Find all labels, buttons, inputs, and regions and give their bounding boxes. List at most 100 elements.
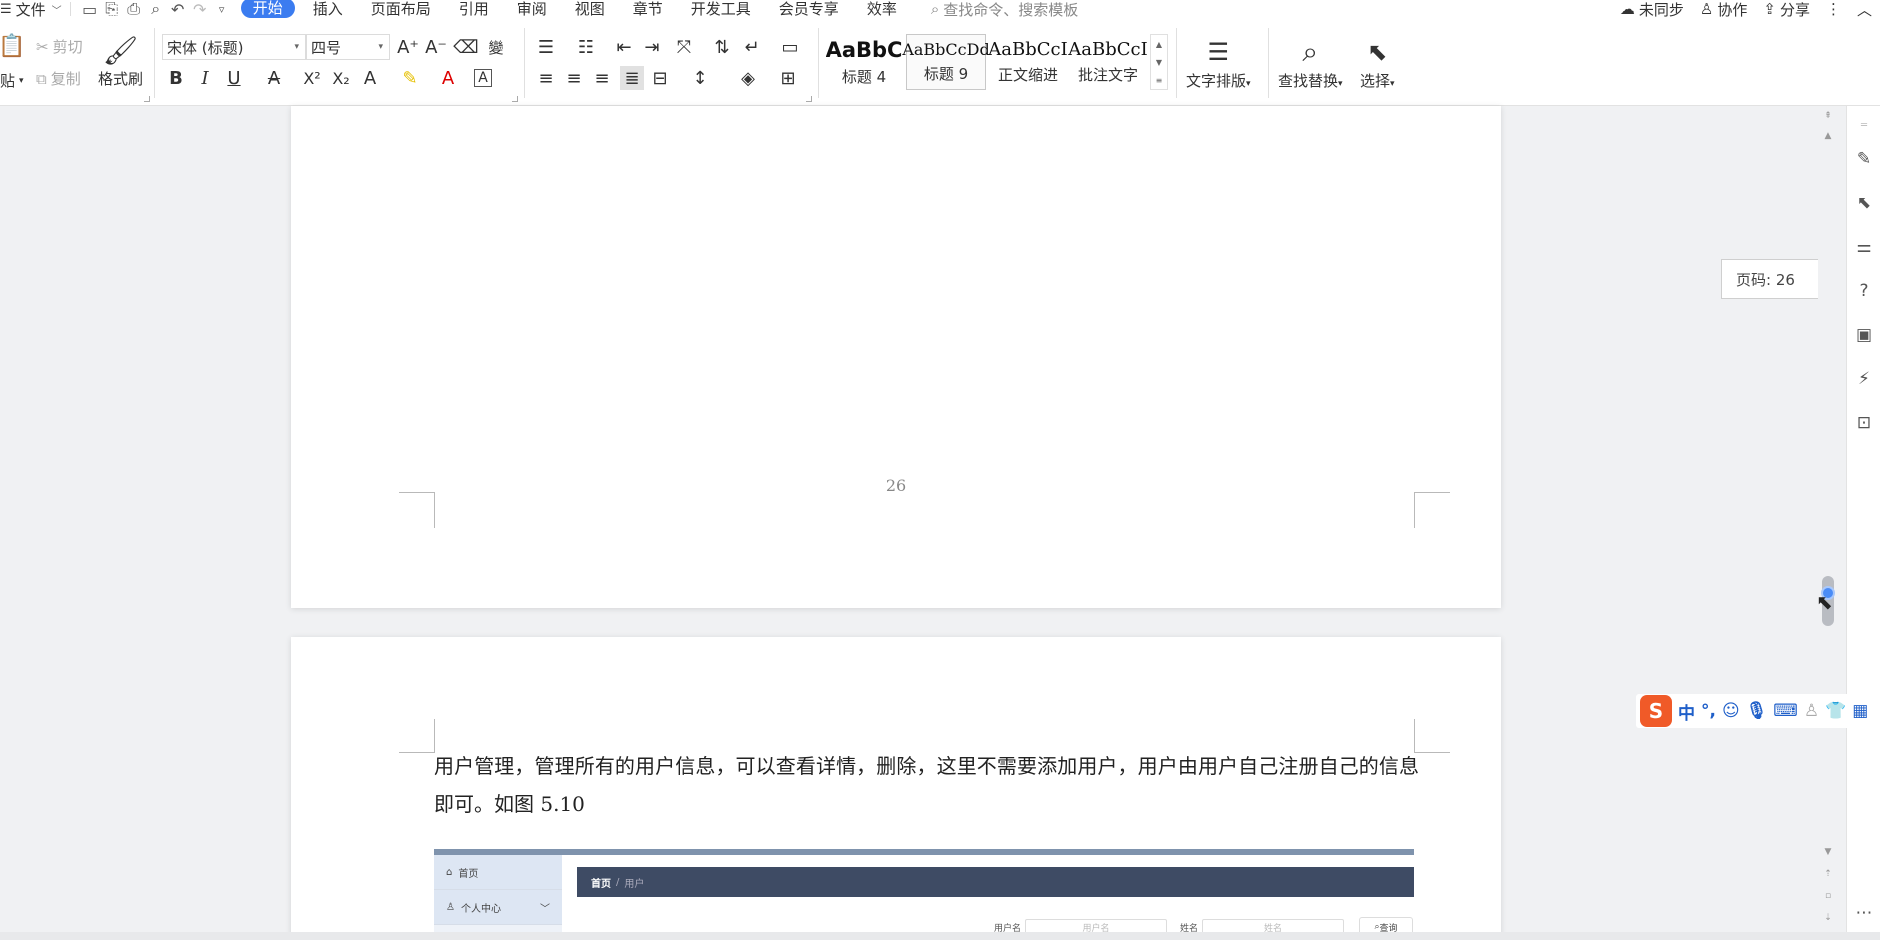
select-button[interactable]: ⬉ 选择▾ [1360, 34, 1395, 91]
scroll-to-top-icon[interactable]: ⇞ [1822, 110, 1834, 122]
document-page[interactable]: 用户管理，管理所有的用户信息，可以查看详情，删除，这里不需要添加用户，用户由用户… [291, 637, 1501, 940]
body-paragraph[interactable]: 用户管理，管理所有的用户信息，可以查看详情，删除，这里不需要添加用户，用户由用户… [434, 747, 1419, 823]
bullet-list-icon[interactable]: ☰ [534, 35, 558, 59]
chevron-down-icon[interactable]: ▼ [1156, 58, 1162, 67]
tab-view[interactable]: 视图 [561, 0, 619, 18]
tab-chapter[interactable]: 章节 [619, 0, 677, 18]
align-left-icon[interactable]: ≡ [534, 66, 558, 90]
style-heading-9[interactable]: AaBbCcDd 标题 9 [902, 34, 990, 90]
highlight-icon[interactable]: ✎ [398, 66, 422, 90]
phonetic-guide-icon[interactable]: 變 [484, 35, 508, 59]
customize-quick-access-icon[interactable]: ▿ [211, 0, 233, 18]
increase-font-icon[interactable]: A⁺ [396, 35, 420, 59]
pen-icon[interactable]: ✎ [1853, 148, 1875, 170]
save-icon[interactable]: ▭ [79, 0, 101, 19]
show-marks-icon[interactable]: ↵ [740, 35, 764, 59]
line-spacing-icon[interactable]: ↕ [688, 66, 712, 90]
previous-page-icon[interactable]: ⇡ [1822, 868, 1834, 880]
superscript-icon[interactable]: X² [300, 66, 324, 90]
font-dialog-launcher[interactable] [512, 96, 518, 102]
text-effect-icon[interactable]: A [358, 66, 382, 90]
ime-toolbar[interactable]: S 中 °, ☺ 🎙 ⌨ ♙ 👕 ▦ [1636, 694, 1873, 728]
file-menu[interactable]: ☰ 文件 ﹀ [0, 0, 62, 19]
microphone-icon[interactable]: 🎙 [1746, 701, 1768, 721]
style-comment-text[interactable]: AaBbCcI 批注文字 [1068, 34, 1148, 90]
decrease-font-icon[interactable]: A⁻ [424, 35, 448, 59]
select-browse-object-icon[interactable]: ▫ [1822, 890, 1834, 902]
text-layout-button[interactable]: ☰ 文字排版▾ [1186, 34, 1251, 91]
tab-references[interactable]: 引用 [445, 0, 503, 18]
copy-button[interactable]: ⧉ 复制 [36, 68, 81, 89]
tab-efficiency[interactable]: 效率 [853, 0, 911, 18]
print-preview-icon[interactable]: ⌕ [145, 0, 167, 18]
command-search[interactable]: ⌕ 查找命令、搜索模板 [931, 0, 1078, 20]
strikethrough-icon[interactable]: A [262, 66, 286, 90]
tab-insert[interactable]: 插入 [299, 0, 357, 18]
cut-button[interactable]: ✂ 剪切 [36, 36, 83, 57]
font-color-icon[interactable]: A [436, 66, 460, 90]
font-size-select[interactable]: 四号 ▾ [306, 34, 390, 60]
paragraph-dialog-launcher[interactable] [806, 96, 812, 102]
share-button[interactable]: ⇪ 分享 [1763, 0, 1810, 20]
align-center-icon[interactable]: ≡ [562, 66, 586, 90]
help-icon[interactable]: ? [1853, 280, 1875, 302]
character-border-icon[interactable]: A [474, 69, 492, 87]
skin-icon[interactable]: 👕 [1825, 701, 1846, 721]
increase-indent-icon[interactable]: ⇥ [640, 35, 664, 59]
undo-icon[interactable]: ↶ [167, 0, 189, 19]
collaborate-button[interactable]: ♙ 协作 [1700, 0, 1747, 20]
decrease-indent-icon[interactable]: ⇤ [612, 35, 636, 59]
chevron-up-icon[interactable]: ▲ [1156, 40, 1162, 49]
shading-icon[interactable]: ◈ [736, 66, 760, 90]
punctuation-icon[interactable]: °, [1701, 701, 1716, 721]
paste-icon[interactable]: 📋 [0, 34, 26, 59]
tab-home[interactable]: 开始 [240, 0, 295, 18]
export-pdf-icon[interactable]: ⎘ [101, 0, 123, 18]
toolbox-icon[interactable]: ▦ [1852, 701, 1868, 721]
sliders-icon[interactable]: ⚌ [1853, 236, 1875, 258]
borders-icon[interactable]: ⊞ [776, 66, 800, 90]
tab-member[interactable]: 会员专享 [765, 0, 853, 18]
clear-format-icon[interactable]: ⌫ [453, 35, 478, 59]
print-icon[interactable]: ⎙ [123, 0, 145, 18]
tab-page-layout[interactable]: 页面布局 [357, 0, 445, 18]
reader-icon[interactable]: ⊡ [1853, 412, 1875, 434]
embedded-screenshot[interactable]: ⌂ 首页 ♙ 个人中心 ﹀ 首页 / 用户 用户名 用户名 姓名 姓名 ⌕ 查询 [434, 849, 1414, 940]
styles-scroll[interactable]: ▲ ▼ ≡ [1150, 34, 1168, 90]
clipboard-dialog-launcher[interactable] [144, 96, 150, 102]
align-right-icon[interactable]: ≡ [590, 66, 614, 90]
document-page[interactable]: 26 [291, 106, 1501, 608]
expand-gallery-icon[interactable]: ≡ [1156, 76, 1163, 85]
more-options-icon[interactable]: ⋯ [1853, 902, 1875, 924]
vertical-scrollbar[interactable]: ⇞ ▲ ▼ ⇡ ▫ ⇣ [1818, 106, 1838, 940]
scroll-down-icon[interactable]: ▼ [1822, 846, 1834, 858]
font-name-select[interactable]: 宋体 (标题) ▾ [162, 34, 306, 60]
ai-assistant-icon[interactable]: ⚡ [1853, 368, 1875, 390]
keyboard-icon[interactable]: ⌨ [1773, 701, 1798, 721]
sync-status-button[interactable]: ☁ 未同步 [1620, 0, 1684, 20]
next-page-icon[interactable]: ⇣ [1822, 912, 1834, 924]
underline-icon[interactable]: U [222, 66, 246, 90]
pointer-icon[interactable]: ⬉ [1853, 192, 1875, 214]
scroll-up-icon[interactable]: ▲ [1822, 130, 1834, 142]
sort-icon[interactable]: ⇅ [710, 35, 734, 59]
chinese-layout-icon[interactable]: ⤧ [672, 35, 696, 59]
italic-icon[interactable]: I [193, 66, 217, 90]
more-icon[interactable]: ⋮ [1826, 0, 1841, 18]
ruler-icon[interactable]: ▭ [778, 35, 802, 59]
find-replace-button[interactable]: ⌕ 查找替换▾ [1278, 34, 1343, 91]
style-body-indent[interactable]: AaBbCcI 正文缩进 [988, 34, 1068, 90]
format-painter-button[interactable]: 🖌 格式刷 [98, 32, 143, 89]
redo-icon[interactable]: ↷ [189, 0, 211, 19]
collapse-ribbon-icon[interactable]: ︿ [1857, 0, 1872, 20]
style-heading-4[interactable]: AaBbC 标题 4 [824, 34, 904, 90]
account-icon[interactable]: ♙ [1804, 701, 1819, 721]
bold-icon[interactable]: B [164, 66, 188, 90]
subscript-icon[interactable]: X₂ [329, 66, 353, 90]
paste-button[interactable]: 贴 ▾ [0, 70, 24, 91]
tab-review[interactable]: 审阅 [503, 0, 561, 18]
image-tool-icon[interactable]: ▣ [1853, 324, 1875, 346]
tab-developer[interactable]: 开发工具 [677, 0, 765, 18]
ime-logo-icon[interactable]: S [1640, 695, 1672, 727]
chinese-mode-icon[interactable]: 中 [1678, 699, 1695, 724]
